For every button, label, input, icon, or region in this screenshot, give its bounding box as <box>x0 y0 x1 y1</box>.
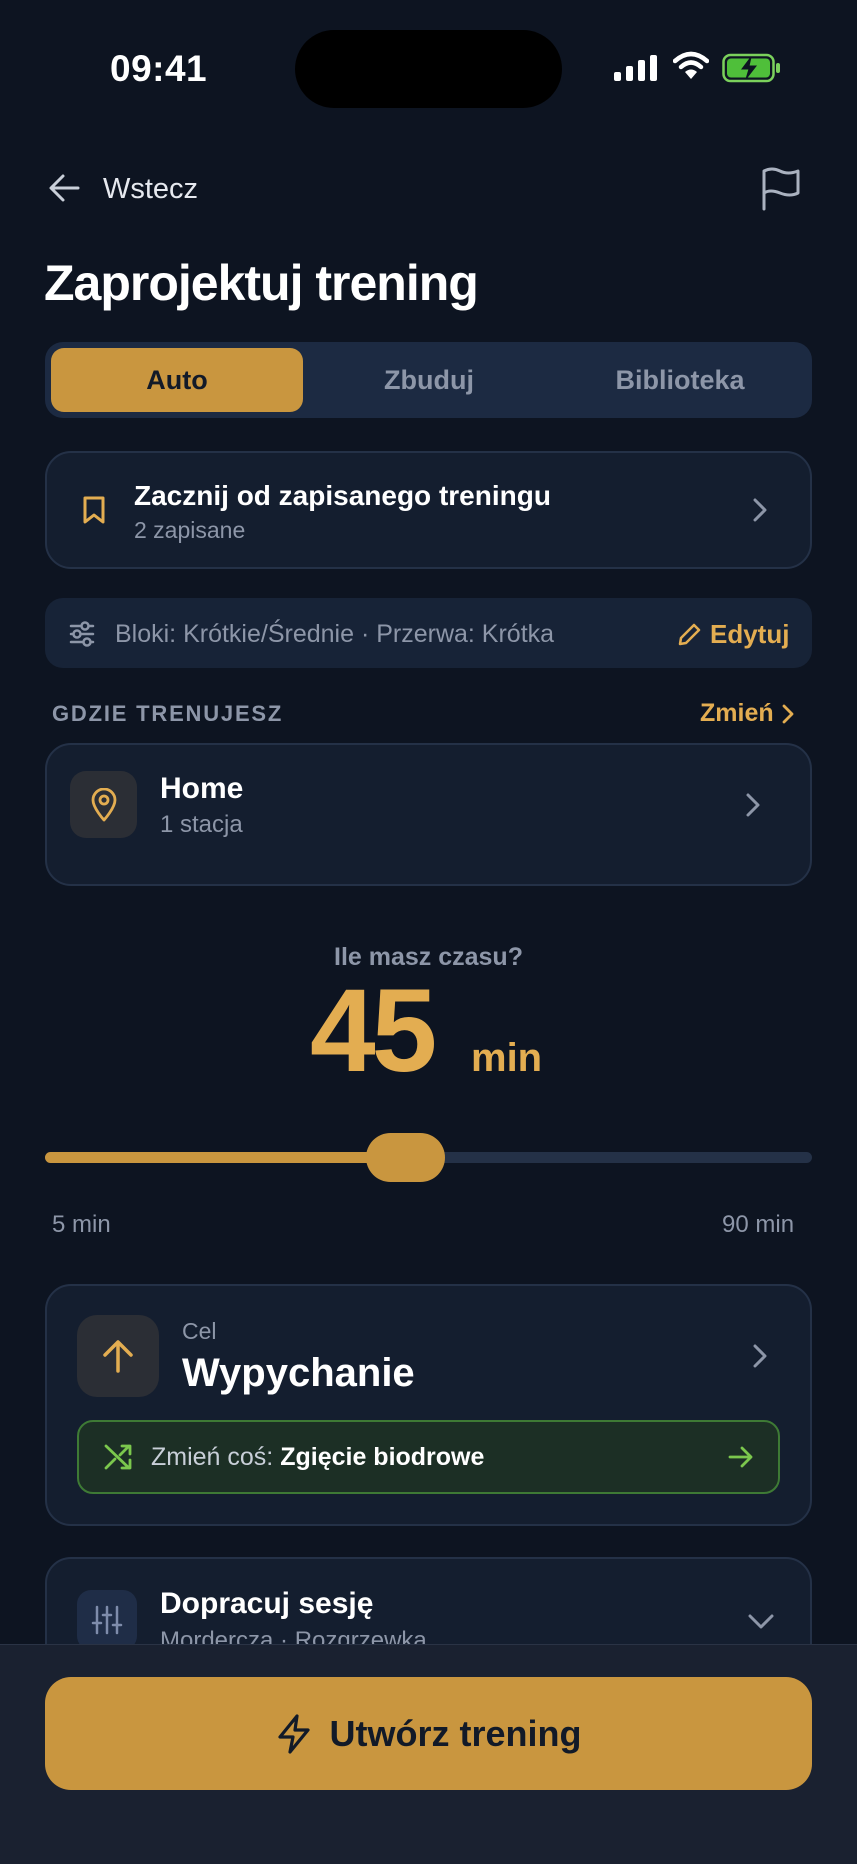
duration-value: 45 <box>310 965 437 1097</box>
dynamic-island <box>295 30 562 108</box>
page-title: Zaprojektuj trening <box>44 255 479 311</box>
refine-title: Dopracuj sesję <box>160 1587 374 1620</box>
edit-label: Edytuj <box>710 619 790 649</box>
lightning-icon <box>276 1713 312 1755</box>
tab-auto[interactable]: Auto <box>51 348 303 412</box>
slider-min-label: 5 min <box>52 1211 111 1238</box>
saved-workout-title: Zacznij od zapisanego treningu <box>134 480 551 511</box>
preferences-summary: Bloki: Krótkie/Średnie · Przerwa: Krótka <box>115 620 555 648</box>
wifi-icon <box>673 51 709 81</box>
swap-prefix: Zmień coś: <box>151 1443 281 1471</box>
location-detail: 1 stacja <box>160 811 243 838</box>
cellular-signal-icon <box>614 55 658 81</box>
chevron-right-icon <box>752 1343 768 1369</box>
location-pin-icon <box>70 771 137 838</box>
edit-preferences-button[interactable]: Edytuj <box>676 619 789 650</box>
chevron-right-icon <box>752 497 768 523</box>
change-label: Zmień <box>700 699 774 727</box>
status-time: 09:41 <box>110 48 208 89</box>
arrow-right-icon <box>728 1445 754 1469</box>
flag-icon[interactable] <box>760 167 802 211</box>
create-workout-button[interactable]: Utwórz trening <box>45 1677 812 1790</box>
swap-target: Zgięcie biodrowe <box>280 1443 485 1471</box>
battery-charging-icon <box>722 53 782 83</box>
adjust-icon <box>77 1590 137 1650</box>
change-location-link[interactable]: Zmień <box>700 699 794 728</box>
goal-caption: Cel <box>182 1318 217 1344</box>
chevron-right-icon <box>745 792 761 818</box>
arrow-up-icon <box>77 1315 159 1397</box>
tab-biblioteka[interactable]: Biblioteka <box>554 348 806 412</box>
slider-max-label: 90 min <box>722 1211 795 1238</box>
back-arrow-icon[interactable] <box>48 172 82 204</box>
swap-suggestion-text: Zmień coś: Zgięcie biodrowe <box>151 1443 484 1472</box>
saved-workout-count: 2 zapisane <box>134 517 246 543</box>
shuffle-icon <box>103 1443 133 1471</box>
duration-slider-thumb[interactable] <box>365 1133 445 1182</box>
chevron-right-icon <box>782 704 794 724</box>
location-name: Home <box>160 772 244 805</box>
create-workout-label: Utwórz trening <box>329 1712 582 1754</box>
tab-zbuduj[interactable]: Zbuduj <box>303 348 555 412</box>
bookmark-icon <box>82 495 106 525</box>
mode-segmented-control: Auto Zbuduj Biblioteka <box>45 342 812 418</box>
location-section-label: GDZIE TRENUJESZ <box>52 701 284 726</box>
duration-slider-fill <box>45 1152 406 1163</box>
pencil-icon <box>676 622 702 648</box>
goal-title: Wypychanie <box>182 1351 415 1395</box>
duration-unit: min <box>471 1036 543 1080</box>
back-button[interactable]: Wstecz <box>103 173 198 206</box>
chevron-down-icon <box>747 1613 775 1631</box>
sliders-icon <box>68 620 96 648</box>
